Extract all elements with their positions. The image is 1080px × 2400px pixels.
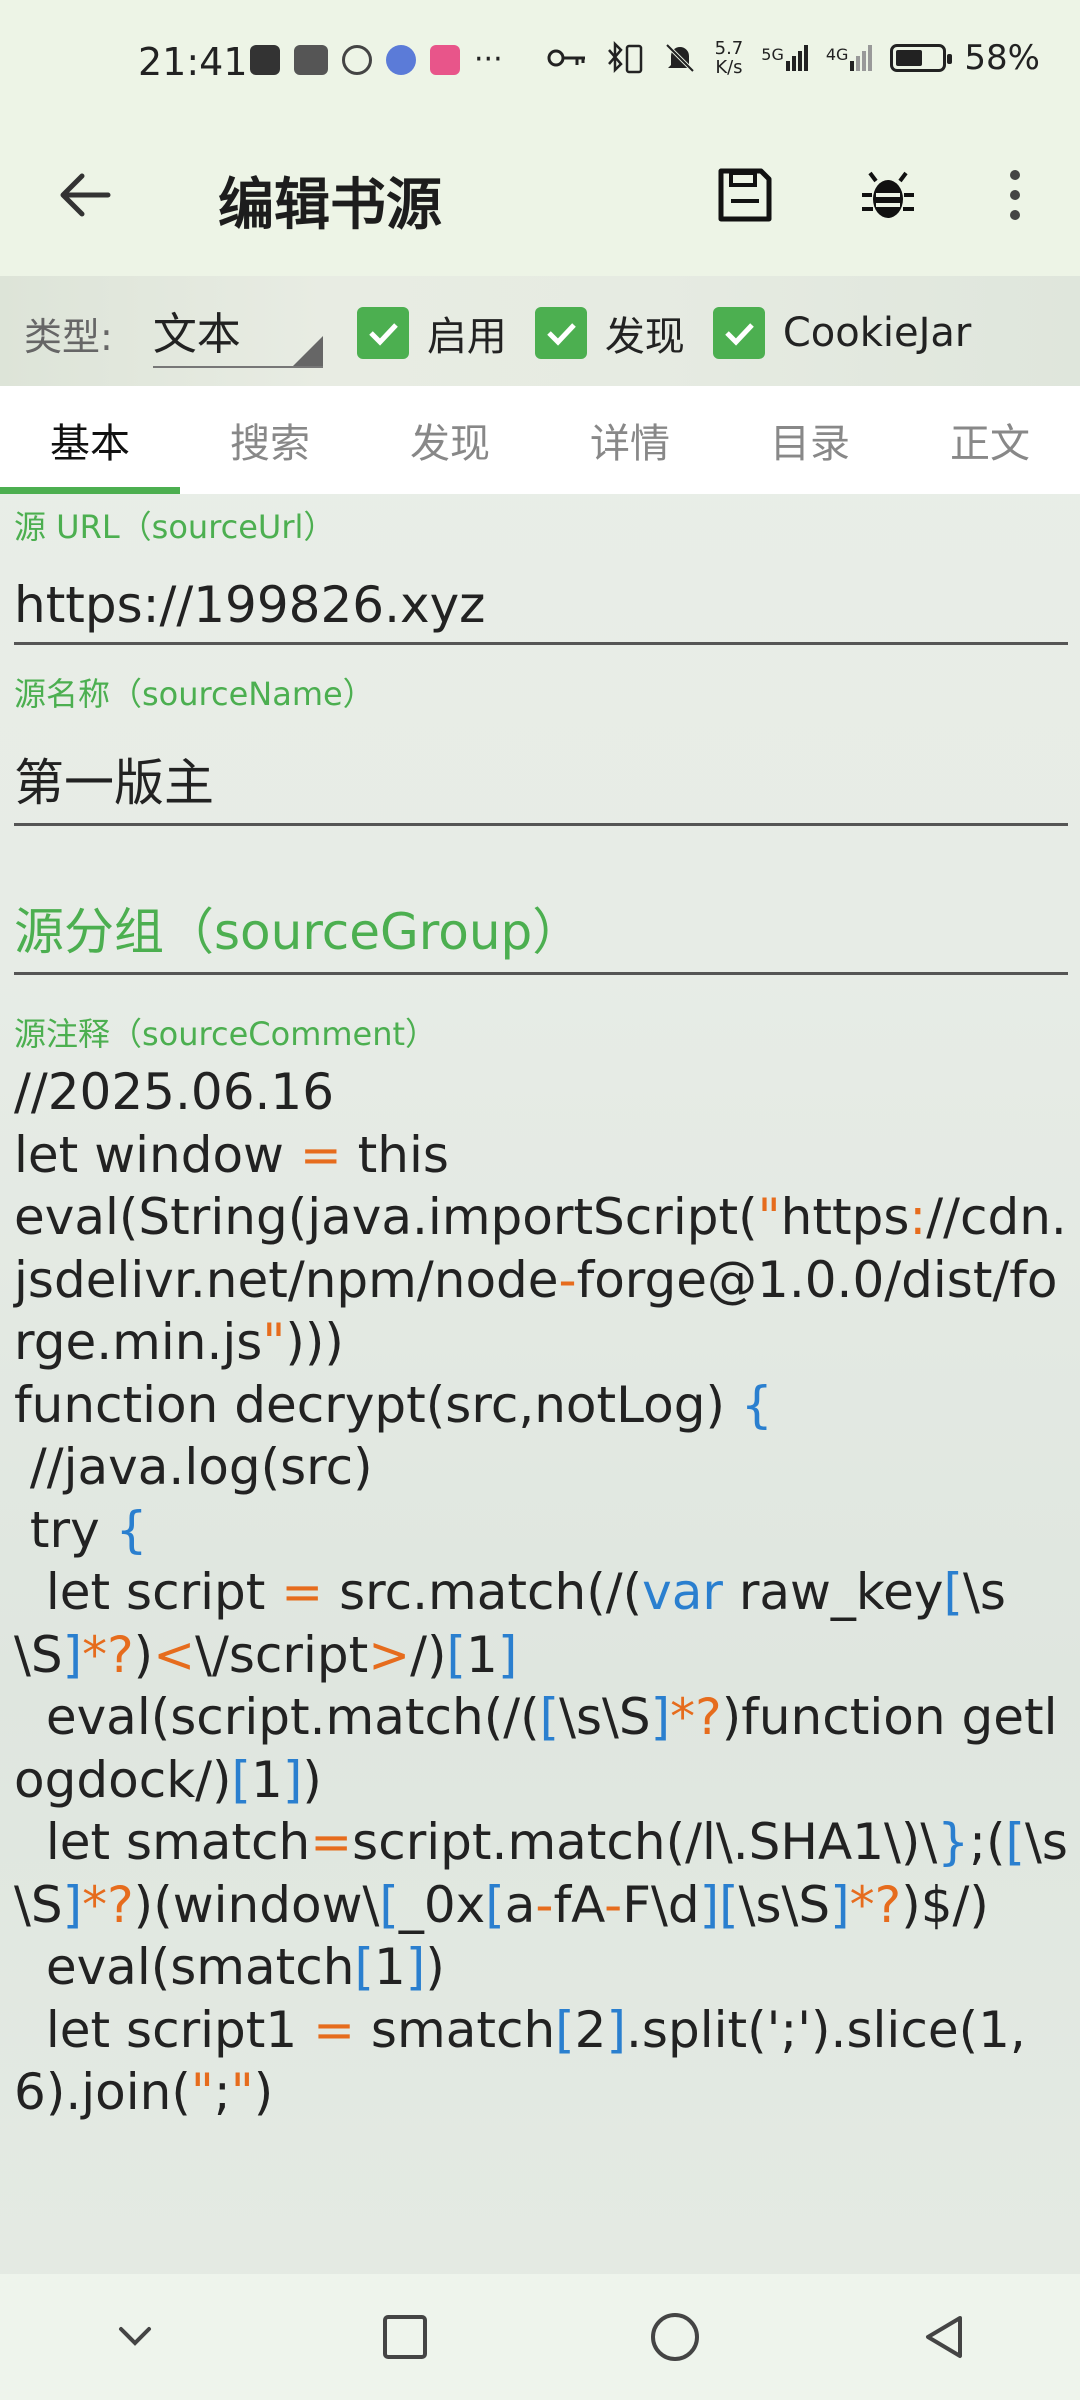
app-notification-icon	[250, 44, 280, 75]
more-vert-icon[interactable]	[975, 155, 1055, 235]
source-name-input[interactable]: 第一版主	[14, 737, 1068, 826]
type-label: 类型:	[24, 314, 113, 359]
save-icon[interactable]	[705, 155, 785, 235]
enabled-checkbox[interactable]: 启用	[356, 304, 507, 362]
page-title: 编辑书源	[218, 173, 442, 238]
tab-basic[interactable]: 基本	[0, 386, 180, 494]
source-comment-field: 源注释（sourceComment）	[14, 975, 1068, 1055]
app-bar: 编辑书源	[0, 130, 1080, 276]
back-arrow-icon[interactable]	[50, 160, 120, 230]
tab-toc[interactable]: 目录	[720, 386, 900, 494]
source-group-field: 源分组（sourceGroup）	[14, 826, 1068, 975]
notification-icons: ···	[250, 42, 503, 77]
checkbox-checked-icon	[534, 307, 587, 359]
clock: 21:41	[138, 40, 248, 84]
signal-4g-icon: 4G	[826, 45, 873, 71]
system-status: 5.7 K/s 5G 4G 58%	[547, 38, 1040, 78]
source-comment-input[interactable]: //2025.06.16 let window = this eval(Stri…	[14, 1061, 1068, 2124]
source-group-input[interactable]: 源分组（sourceGroup）	[14, 892, 1068, 975]
status-bar: 21:41 ··· 5.7 K/s 5G 4G 58%	[0, 0, 1080, 130]
source-name-label: 源名称（sourceName）	[14, 675, 375, 713]
source-url-input[interactable]: https://199826.xyz	[14, 570, 1068, 645]
app-pink-icon	[430, 44, 460, 75]
music-icon	[386, 44, 416, 75]
explore-checkbox[interactable]: 发现	[534, 304, 685, 362]
circle-icon	[342, 44, 372, 75]
source-url-label: 源 URL（sourceUrl）	[14, 508, 336, 546]
source-url-field: 源 URL（sourceUrl） https://199826.xyz	[14, 494, 1068, 645]
more-dots-icon: ···	[474, 42, 503, 77]
cookiejar-checkbox[interactable]: CookieJar	[712, 307, 971, 359]
tab-detail[interactable]: 详情	[540, 386, 720, 494]
dropdown-triangle-icon	[292, 336, 323, 366]
checkbox-checked-icon	[356, 307, 409, 359]
recents-icon[interactable]	[365, 2297, 445, 2377]
mute-bell-icon	[665, 43, 695, 73]
tab-content[interactable]: 正文	[900, 386, 1080, 494]
debug-bug-icon[interactable]	[848, 155, 928, 235]
source-comment-label: 源注释（sourceComment）	[14, 1015, 438, 1053]
tab-search[interactable]: 搜索	[180, 386, 360, 494]
bluetooth-battery-icon	[607, 40, 642, 74]
mail-icon	[294, 44, 328, 75]
key-icon	[547, 49, 585, 67]
battery-icon	[890, 44, 953, 72]
type-spinner[interactable]: 文本	[152, 298, 323, 368]
tab-bar: 基本 搜索 发现 详情 目录 正文	[0, 386, 1080, 494]
source-type-row: 类型: 文本 启用 发现 CookieJar	[24, 298, 971, 368]
back-icon[interactable]	[905, 2297, 985, 2377]
net-speed: 5.7 K/s	[714, 38, 744, 78]
tab-explore[interactable]: 发现	[360, 386, 540, 494]
basic-form: 源 URL（sourceUrl） https://199826.xyz 源名称（…	[0, 494, 1080, 2274]
battery-percent: 58%	[964, 38, 1040, 78]
navigation-bar	[0, 2274, 1080, 2400]
checkbox-checked-icon	[712, 307, 765, 359]
home-icon[interactable]	[635, 2297, 715, 2377]
signal-5g-icon: 5G	[761, 45, 808, 71]
source-name-field: 源名称（sourceName） 第一版主	[14, 645, 1068, 826]
hide-keyboard-icon[interactable]	[95, 2297, 175, 2377]
